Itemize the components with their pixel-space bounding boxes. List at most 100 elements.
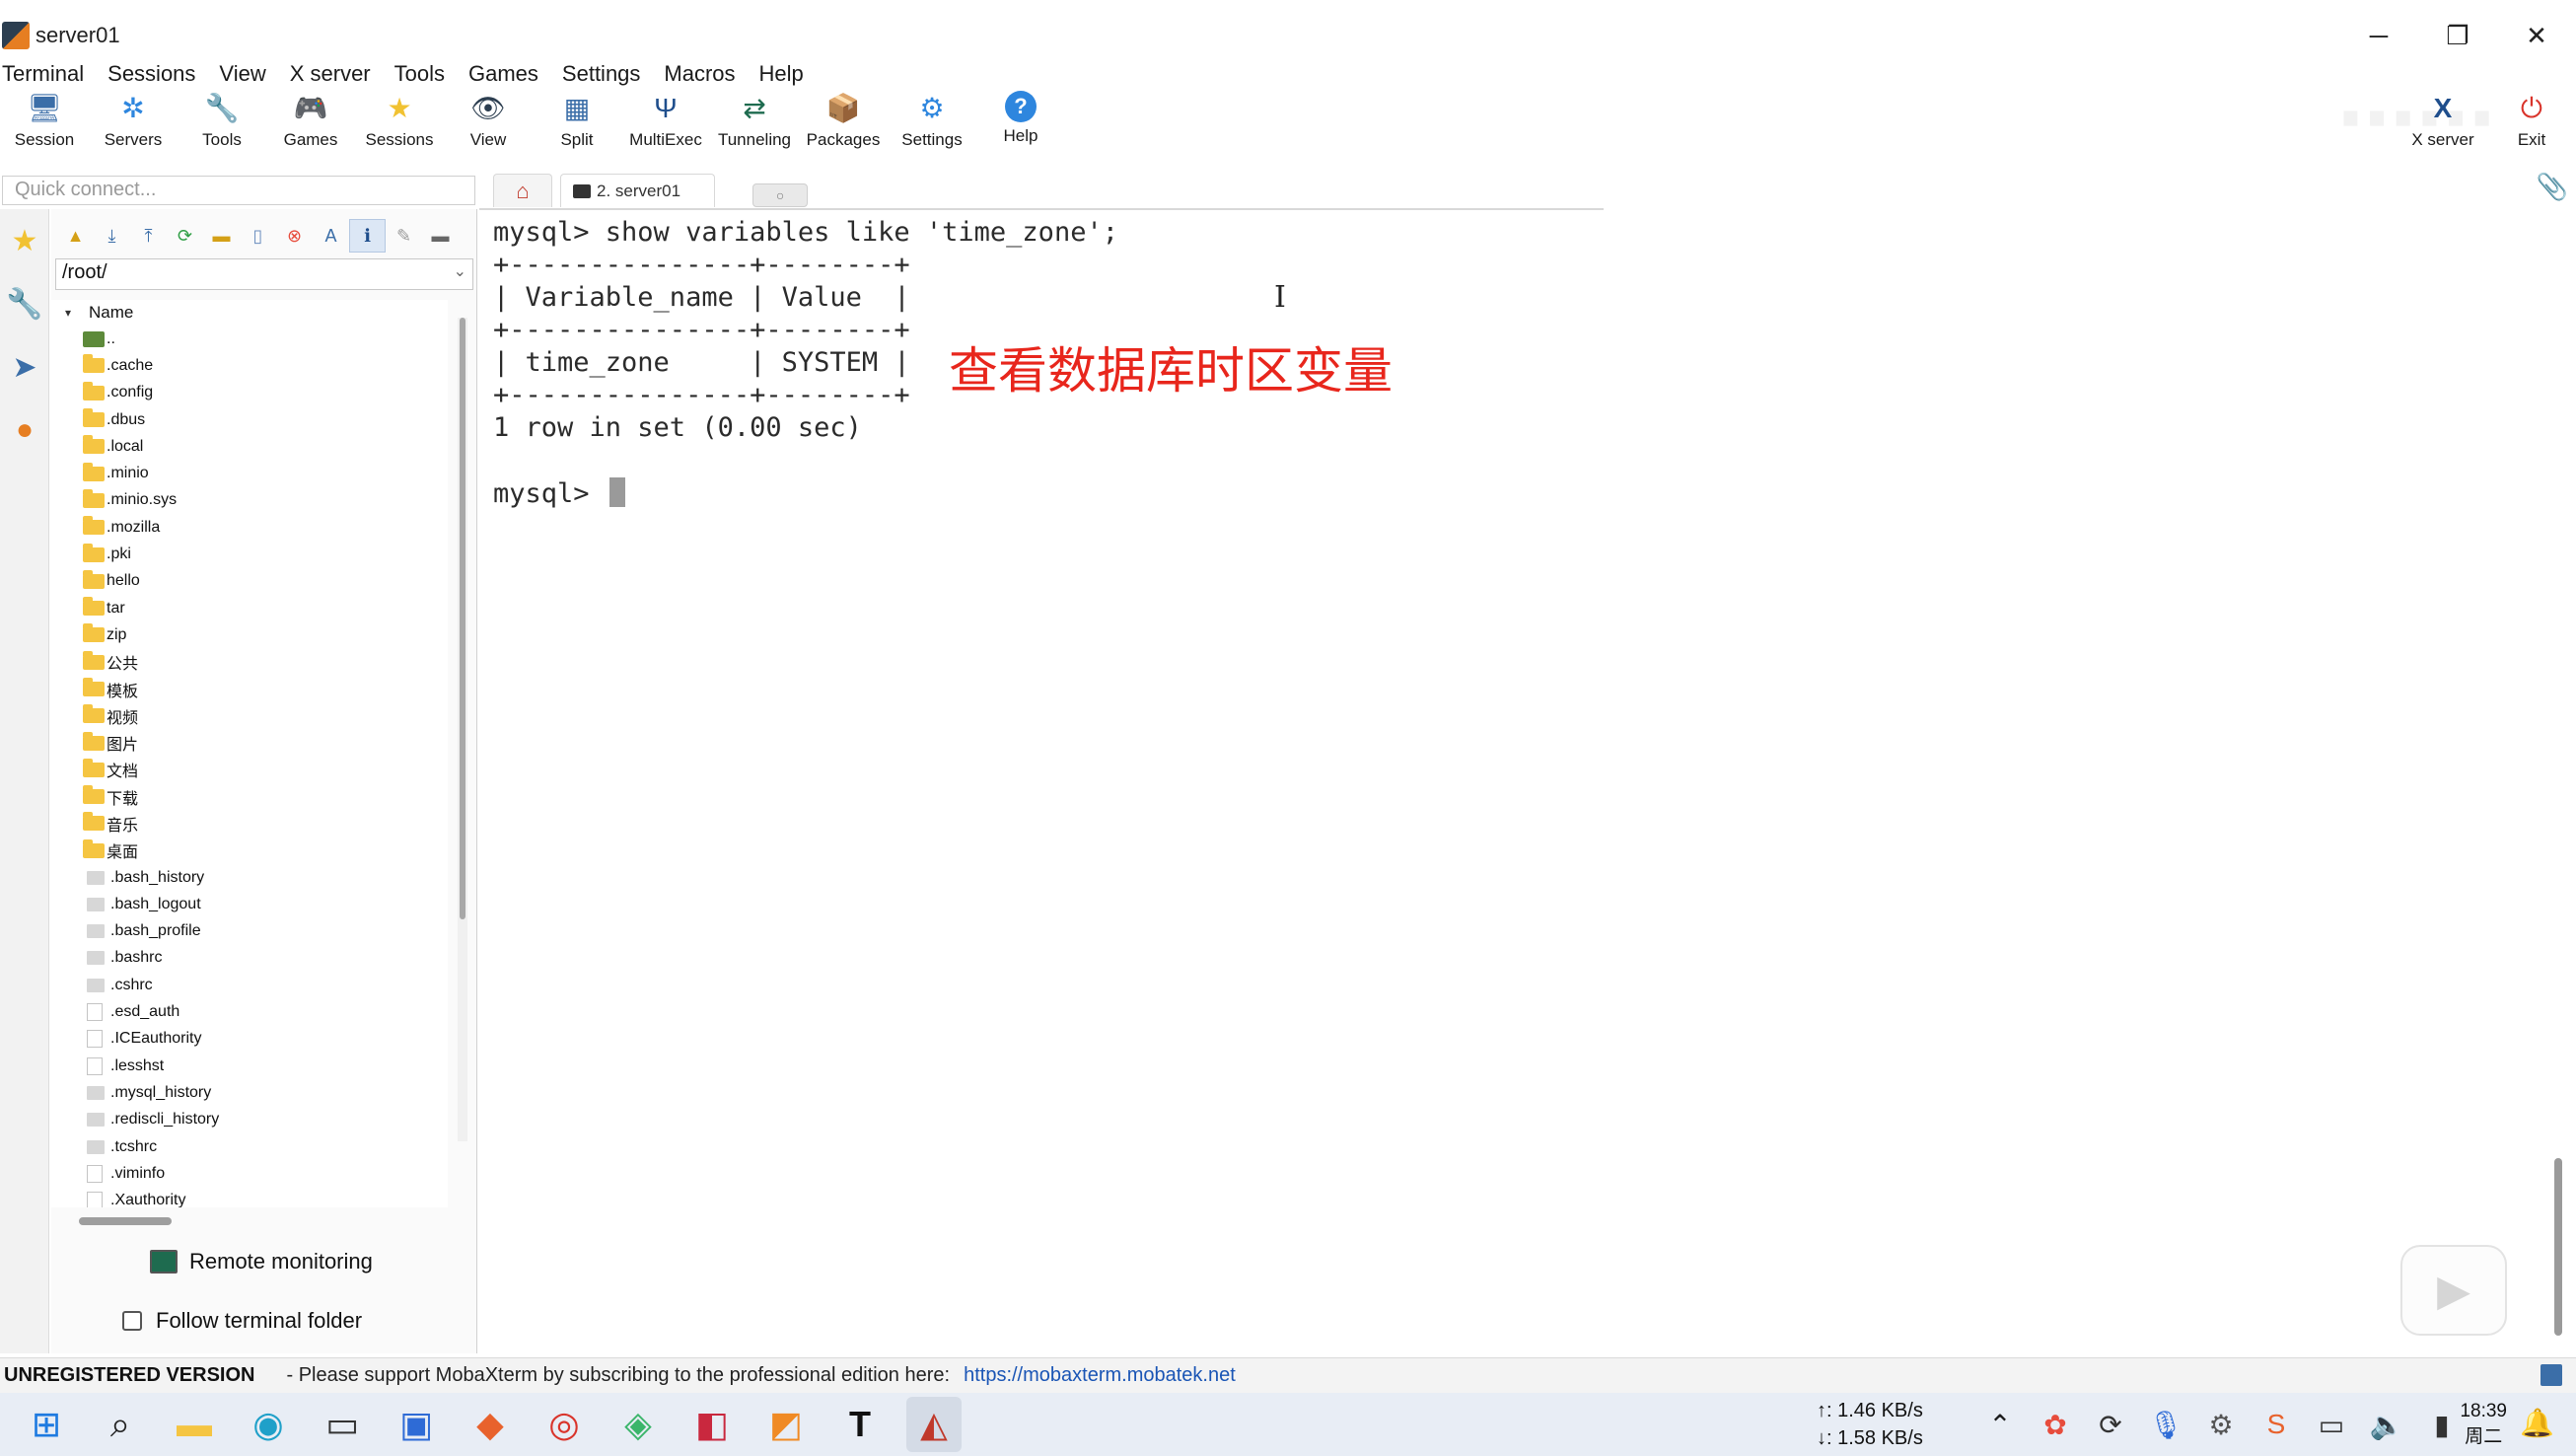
- mobaxterm-link[interactable]: https://mobaxterm.mobatek.net: [964, 1364, 1236, 1387]
- help-button[interactable]: ? Help: [976, 91, 1065, 160]
- file-row[interactable]: .tcshrc: [51, 1133, 448, 1160]
- file-row[interactable]: .minio: [51, 460, 448, 486]
- sublime-icon[interactable]: ◩: [758, 1397, 814, 1452]
- file-row[interactable]: .rediscli_history: [51, 1107, 448, 1133]
- multiexec-button[interactable]: Ψ MultiExec: [621, 91, 710, 160]
- menu-sessions[interactable]: Sessions: [106, 61, 207, 87]
- delete-icon[interactable]: ⊗: [276, 219, 313, 253]
- xserver-button[interactable]: X X server: [2398, 91, 2487, 160]
- rename-icon[interactable]: A: [313, 219, 349, 253]
- file-row[interactable]: .ICEauthority: [51, 1026, 448, 1053]
- volume-icon[interactable]: 🔈: [2359, 1405, 2414, 1444]
- file-row[interactable]: 桌面: [51, 837, 448, 864]
- globe-icon[interactable]: ●: [0, 399, 49, 462]
- paperclip-icon[interactable]: 📎: [2537, 172, 2568, 202]
- file-row[interactable]: .pki: [51, 541, 448, 567]
- exit-button[interactable]: ⏻ Exit: [2487, 91, 2576, 160]
- file-row[interactable]: 图片: [51, 729, 448, 756]
- menu-games[interactable]: Games: [466, 61, 550, 87]
- quick-connect-input[interactable]: Quick connect...: [2, 176, 475, 205]
- list-header[interactable]: ▾ Name: [51, 300, 448, 326]
- file-row[interactable]: .mysql_history: [51, 1079, 448, 1106]
- windows-start-icon[interactable]: ⊞: [19, 1397, 74, 1452]
- menu-help[interactable]: Help: [757, 61, 816, 87]
- tools-icon[interactable]: 🔧: [0, 272, 49, 335]
- file-row[interactable]: .esd_auth: [51, 998, 448, 1025]
- file-row[interactable]: 视频: [51, 702, 448, 729]
- git-app-icon[interactable]: ◈: [610, 1397, 666, 1452]
- terminal-pane[interactable]: mysql> show variables like 'time_zone'; …: [479, 211, 2568, 1357]
- file-explorer-icon[interactable]: ▬: [167, 1397, 222, 1452]
- file-row[interactable]: .mozilla: [51, 514, 448, 541]
- office-app-icon[interactable]: ◆: [463, 1397, 518, 1452]
- file-row[interactable]: .cache: [51, 352, 448, 379]
- tunneling-button[interactable]: ⇄ Tunneling: [710, 91, 799, 160]
- tools-button[interactable]: 🔧 Tools: [178, 91, 266, 160]
- packages-button[interactable]: 📦 Packages: [799, 91, 888, 160]
- file-list-scrollbar[interactable]: [458, 318, 467, 1141]
- file-row[interactable]: .viminfo: [51, 1160, 448, 1187]
- home-tab[interactable]: ⌂: [493, 174, 552, 207]
- horizontal-scrollbar[interactable]: [79, 1217, 172, 1225]
- file-row[interactable]: .bash_profile: [51, 918, 448, 945]
- file-row[interactable]: .minio.sys: [51, 487, 448, 514]
- file-row[interactable]: .cshrc: [51, 972, 448, 998]
- tray-app-icon[interactable]: ✿: [2028, 1405, 2083, 1444]
- download-icon[interactable]: ⤓: [94, 219, 130, 253]
- menu-macros[interactable]: Macros: [662, 61, 747, 87]
- sogou-input-icon[interactable]: S: [2249, 1405, 2304, 1444]
- remote-monitoring-button[interactable]: Remote monitoring: [150, 1249, 373, 1274]
- upload-icon[interactable]: ⤒: [130, 219, 167, 253]
- minimize-button[interactable]: ─: [2339, 0, 2418, 71]
- settings-button[interactable]: ⚙ Settings: [888, 91, 976, 160]
- favorites-star-icon[interactable]: ★: [0, 209, 49, 272]
- menu-xserver[interactable]: X server: [288, 61, 383, 87]
- new-tab-button[interactable]: ○: [752, 183, 809, 207]
- microphone-icon[interactable]: 🎙: [2138, 1405, 2193, 1444]
- file-row[interactable]: .bash_logout: [51, 891, 448, 917]
- mobaxterm-taskbar-icon[interactable]: ◭: [906, 1397, 962, 1452]
- menu-tools[interactable]: Tools: [393, 61, 457, 87]
- tray-network-app-icon[interactable]: ⚙: [2193, 1405, 2249, 1444]
- chevron-up-icon[interactable]: ⌃: [1972, 1405, 2028, 1444]
- file-row[interactable]: .Xauthority: [51, 1188, 448, 1207]
- split-button[interactable]: ▦ Split: [533, 91, 621, 160]
- file-row[interactable]: 音乐: [51, 810, 448, 837]
- chrome-icon[interactable]: ◎: [537, 1397, 592, 1452]
- edit-icon[interactable]: ✎: [386, 219, 422, 253]
- servers-button[interactable]: ✲ Servers: [89, 91, 178, 160]
- tab-server01[interactable]: 2. server01: [560, 174, 716, 207]
- menu-terminal[interactable]: Terminal: [0, 61, 96, 87]
- status-monitor-icon[interactable]: [2540, 1364, 2562, 1386]
- file-row[interactable]: .dbus: [51, 406, 448, 433]
- display-icon[interactable]: ▭: [2304, 1405, 2359, 1444]
- new-folder-icon[interactable]: ▬: [203, 219, 240, 253]
- edge-browser-icon[interactable]: ◉: [241, 1397, 296, 1452]
- clock[interactable]: 18:39 周二: [2460, 1399, 2507, 1450]
- close-button[interactable]: ✕: [2497, 0, 2576, 71]
- file-row[interactable]: .bash_history: [51, 864, 448, 891]
- terminal-scrollbar[interactable]: [2554, 1158, 2562, 1336]
- sync-icon[interactable]: ⟳: [2083, 1405, 2138, 1444]
- intellij-icon[interactable]: ◧: [684, 1397, 740, 1452]
- scrollbar-thumb[interactable]: [460, 318, 465, 919]
- path-input[interactable]: /root/ ⌄: [55, 258, 473, 290]
- notification-bell-icon[interactable]: 🔔: [2520, 1407, 2554, 1439]
- info-icon[interactable]: ℹ: [349, 219, 386, 253]
- file-row[interactable]: zip: [51, 621, 448, 648]
- file-row[interactable]: .local: [51, 433, 448, 460]
- file-row[interactable]: 公共: [51, 649, 448, 676]
- follow-folder-checkbox[interactable]: [122, 1311, 142, 1331]
- terminal-app-icon[interactable]: ▭: [315, 1397, 370, 1452]
- play-icon[interactable]: ▶: [2400, 1245, 2507, 1336]
- menu-settings[interactable]: Settings: [560, 61, 653, 87]
- session-button[interactable]: 🖥 Session: [0, 91, 89, 160]
- file-row[interactable]: tar: [51, 595, 448, 621]
- file-row[interactable]: 模板: [51, 676, 448, 702]
- file-row[interactable]: .config: [51, 380, 448, 406]
- file-row[interactable]: .bashrc: [51, 945, 448, 972]
- follow-terminal-folder[interactable]: Follow terminal folder: [122, 1308, 362, 1334]
- terminal-panel-icon[interactable]: ▬: [422, 219, 459, 253]
- refresh-icon[interactable]: ⟳: [167, 219, 203, 253]
- store-icon[interactable]: ▣: [389, 1397, 444, 1452]
